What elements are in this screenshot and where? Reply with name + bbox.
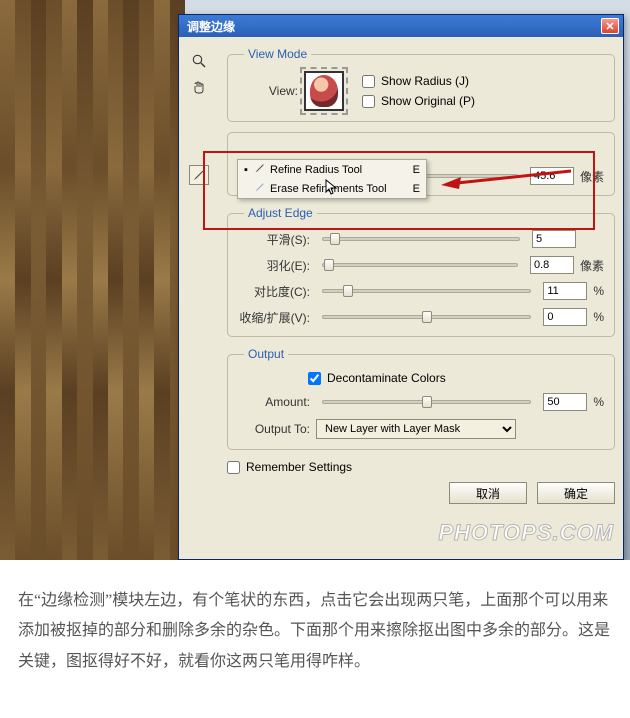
adjust-edge-group: Adjust Edge 平滑(S): 羽化(E): 像素 对比度 bbox=[227, 206, 615, 337]
amount-label: Amount: bbox=[238, 395, 310, 409]
eraser-brush-icon bbox=[254, 181, 266, 196]
view-label: View: bbox=[238, 84, 298, 98]
adjust-edge-legend: Adjust Edge bbox=[244, 206, 317, 220]
remember-settings-row[interactable]: Remember Settings bbox=[227, 460, 615, 474]
ok-button[interactable]: 确定 bbox=[537, 482, 615, 504]
feather-unit: 像素 bbox=[580, 257, 604, 274]
show-radius-label: Show Radius (J) bbox=[381, 74, 469, 88]
view-mode-legend: View Mode bbox=[244, 47, 311, 61]
contrast-label: 对比度(C): bbox=[238, 283, 310, 300]
decontaminate-label: Decontaminate Colors bbox=[327, 371, 446, 385]
feather-slider[interactable] bbox=[322, 263, 518, 267]
annotation-arrow-icon bbox=[441, 165, 571, 189]
show-radius-checkbox-row[interactable]: Show Radius (J) bbox=[362, 74, 475, 88]
output-group: Output Decontaminate Colors Amount: % Ou… bbox=[227, 347, 615, 450]
cancel-button[interactable]: 取消 bbox=[449, 482, 527, 504]
titlebar[interactable]: 调整边缘 ✕ bbox=[179, 15, 623, 37]
remember-settings-checkbox[interactable] bbox=[227, 461, 240, 474]
amount-input[interactable] bbox=[543, 393, 587, 411]
zoom-icon[interactable] bbox=[189, 51, 209, 71]
show-original-label: Show Original (P) bbox=[381, 94, 475, 108]
shift-edge-unit: % bbox=[593, 310, 604, 324]
flyout-refine-key: E bbox=[413, 164, 420, 176]
shift-edge-label: 收缩/扩展(V): bbox=[238, 309, 310, 326]
output-to-select[interactable]: New Layer with Layer Mask bbox=[316, 419, 516, 439]
refine-edge-dialog: 调整边缘 ✕ View Mode bbox=[178, 14, 624, 560]
show-radius-checkbox[interactable] bbox=[362, 75, 375, 88]
brush-icon bbox=[254, 162, 266, 177]
show-original-checkbox-row[interactable]: Show Original (P) bbox=[362, 94, 475, 108]
smooth-label: 平滑(S): bbox=[238, 231, 310, 248]
dialog-title: 调整边缘 bbox=[183, 18, 601, 35]
contrast-slider[interactable] bbox=[322, 289, 531, 293]
feather-input[interactable] bbox=[530, 256, 574, 274]
flyout-refine-radius-item[interactable]: ▪ Refine Radius Tool E bbox=[238, 160, 426, 179]
flyout-erase-key: E bbox=[413, 183, 420, 195]
contrast-unit: % bbox=[593, 284, 604, 298]
cursor-icon bbox=[325, 179, 339, 197]
background-hair-photo bbox=[0, 0, 185, 560]
tutorial-caption: 在“边缘检测”模块左边，有个笔状的东西，点击它会出现两只笔，上面那个可以用来添加… bbox=[0, 560, 630, 701]
feather-label: 羽化(E): bbox=[238, 257, 310, 274]
refine-radius-brush-tool[interactable] bbox=[189, 165, 209, 185]
close-icon: ✕ bbox=[605, 20, 614, 33]
remember-settings-label: Remember Settings bbox=[246, 460, 352, 474]
output-legend: Output bbox=[244, 347, 288, 361]
hand-icon[interactable] bbox=[189, 77, 209, 97]
smooth-input[interactable] bbox=[532, 230, 576, 248]
view-mode-group: View Mode View: Show Radius (J) Show Ori bbox=[227, 47, 615, 122]
amount-unit: % bbox=[593, 395, 604, 409]
view-thumbnail[interactable] bbox=[304, 71, 344, 111]
smooth-slider[interactable] bbox=[322, 237, 520, 241]
contrast-input[interactable] bbox=[543, 282, 587, 300]
output-to-label: Output To: bbox=[238, 422, 310, 436]
close-button[interactable]: ✕ bbox=[601, 18, 619, 34]
watermark-text: PHOTOPS.COM bbox=[438, 520, 614, 546]
shift-edge-input[interactable] bbox=[543, 308, 587, 326]
decontaminate-checkbox[interactable] bbox=[308, 372, 321, 385]
radius-unit: 像素 bbox=[580, 168, 604, 185]
amount-slider[interactable] bbox=[322, 400, 531, 404]
show-original-checkbox[interactable] bbox=[362, 95, 375, 108]
shift-edge-slider[interactable] bbox=[322, 315, 531, 319]
active-marker-icon: ▪ bbox=[244, 164, 250, 176]
flyout-refine-label: Refine Radius Tool bbox=[270, 164, 362, 176]
left-tool-column bbox=[189, 51, 211, 185]
